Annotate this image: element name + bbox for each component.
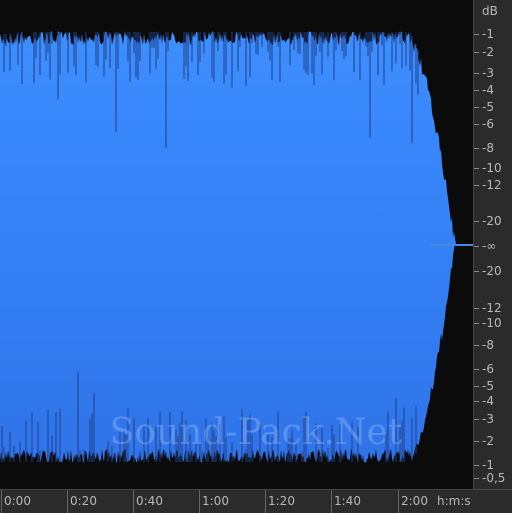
db-tick-label: -6 xyxy=(482,117,494,131)
time-tick xyxy=(265,490,266,513)
db-tick-label: -8 xyxy=(482,338,494,352)
time-tick-label: 0:00 xyxy=(4,494,31,508)
db-tick xyxy=(474,34,479,35)
db-tick-label: -10 xyxy=(482,161,502,175)
time-tick-label: 0:40 xyxy=(136,494,163,508)
db-tick xyxy=(474,52,479,53)
db-tick xyxy=(474,185,479,186)
db-tick-label: -3 xyxy=(482,412,494,426)
time-tick xyxy=(331,490,332,513)
db-unit-label: dB xyxy=(482,4,498,18)
waveform-canvas[interactable] xyxy=(0,0,473,489)
db-tick-label: -6 xyxy=(482,362,494,376)
time-tick-label: 1:20 xyxy=(268,494,295,508)
db-tick-label: -∞ xyxy=(482,239,497,253)
db-tick-label: -4 xyxy=(482,83,494,97)
db-tick xyxy=(474,369,479,370)
db-tick xyxy=(474,73,479,74)
time-tick xyxy=(199,490,200,513)
time-tick xyxy=(398,490,399,513)
db-tick xyxy=(474,124,479,125)
db-tick xyxy=(474,107,479,108)
db-tick xyxy=(474,168,479,169)
time-tick-label: 0:20 xyxy=(70,494,97,508)
db-tick-label: -10 xyxy=(482,316,502,330)
time-tick-label: 2:00 xyxy=(401,494,428,508)
waveform-body xyxy=(0,31,473,463)
db-tick xyxy=(474,441,479,442)
db-tick-label: -20 xyxy=(482,214,502,228)
db-tick xyxy=(474,401,479,402)
db-tick-label: -1 xyxy=(482,27,494,41)
db-tick xyxy=(474,419,479,420)
time-tick-label: 1:40 xyxy=(334,494,361,508)
db-tick-label: -4 xyxy=(482,394,494,408)
db-tick xyxy=(474,308,479,309)
db-tick-label: -3 xyxy=(482,66,494,80)
db-tick xyxy=(474,478,479,479)
db-tick xyxy=(474,345,479,346)
db-tick-label: -5 xyxy=(482,379,494,393)
db-tick-label: -20 xyxy=(482,264,502,278)
db-scale: dB -1 -2 -3 -4 -5 -6 -8 -10 -12 -20 -∞ -20 -12 -10 -8-… xyxy=(473,0,512,489)
time-scale: 0:00 0:20 0:40 1:00 1:20 1:40 2:00 h:m:s xyxy=(0,489,512,513)
waveform-plot[interactable] xyxy=(0,0,473,489)
db-tick xyxy=(474,221,479,222)
db-tick-label: -0,5 xyxy=(482,471,506,485)
db-tick xyxy=(474,246,479,247)
db-tick-label: -8 xyxy=(482,141,494,155)
db-tick xyxy=(474,386,479,387)
db-tick-label: -5 xyxy=(482,100,494,114)
time-unit-label: h:m:s xyxy=(437,494,471,508)
time-tick xyxy=(133,490,134,513)
db-tick xyxy=(474,323,479,324)
time-tick-label: 1:00 xyxy=(202,494,229,508)
db-tick xyxy=(474,148,479,149)
db-tick-label: -12 xyxy=(482,178,502,192)
db-tick-label: -2 xyxy=(482,434,494,448)
db-tick xyxy=(474,90,479,91)
db-tick xyxy=(474,271,479,272)
db-tick-label: -2 xyxy=(482,45,494,59)
db-tick xyxy=(474,465,479,466)
time-tick xyxy=(67,490,68,513)
db-tick-label: -1 xyxy=(482,458,494,472)
db-tick-label: -12 xyxy=(482,301,502,315)
time-tick xyxy=(1,490,2,513)
